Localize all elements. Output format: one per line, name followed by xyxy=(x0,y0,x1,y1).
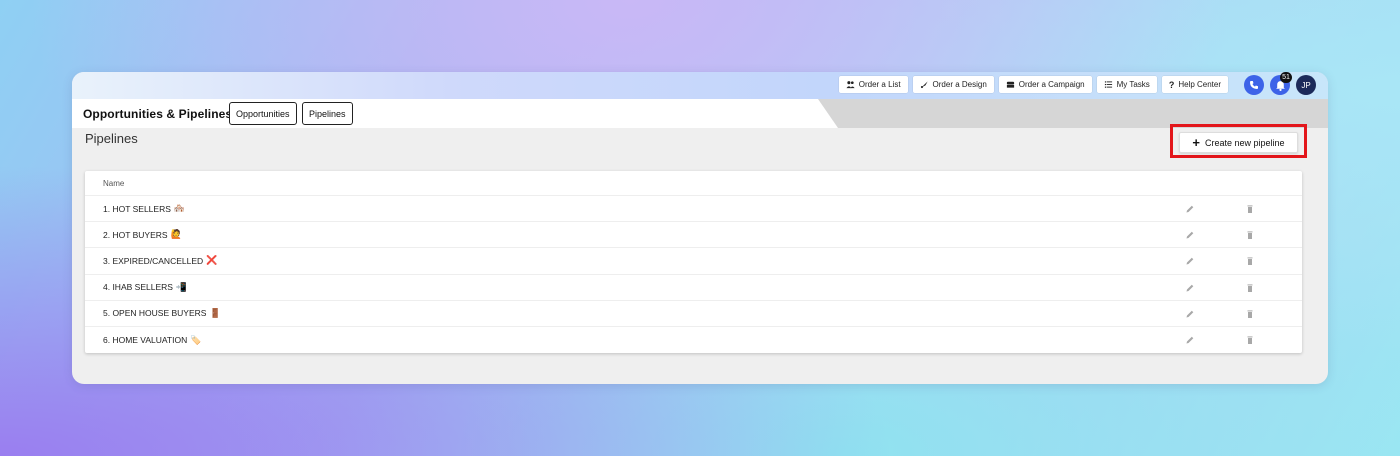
mailbox-icon xyxy=(1006,81,1014,88)
order-design-label: Order a Design xyxy=(932,80,987,89)
order-list-button[interactable]: Order a List xyxy=(838,76,908,93)
header-panel: Opportunities & Pipelines Opportunities … xyxy=(72,99,838,128)
avatar[interactable]: JP xyxy=(1296,75,1316,95)
pipelines-table: Name 1. HOT SELLERS 🏘️ 2. HOT BUYERS 🙋 3… xyxy=(85,171,1302,353)
pipeline-emoji: 📲 xyxy=(175,281,188,292)
table-header: Name xyxy=(85,171,1302,196)
help-center-button[interactable]: ? Help Center xyxy=(1161,76,1228,93)
pipeline-name: 5. OPEN HOUSE BUYERS xyxy=(103,308,207,319)
tab-pipelines[interactable]: Pipelines xyxy=(302,102,353,125)
order-list-label: Order a List xyxy=(858,80,901,89)
table-row: 4. IHAB SELLERS 📲 xyxy=(85,275,1302,301)
top-actions: Order a List Order a Design Order a Camp… xyxy=(838,76,1228,93)
my-tasks-label: My Tasks xyxy=(1116,80,1150,89)
order-campaign-button[interactable]: Order a Campaign xyxy=(998,76,1092,93)
edit-icon[interactable] xyxy=(1185,283,1195,293)
pipeline-name: 2. HOT BUYERS xyxy=(103,229,168,240)
my-tasks-button[interactable]: My Tasks xyxy=(1096,76,1157,93)
section-title: Pipelines xyxy=(85,131,138,146)
pipeline-name: 1. HOT SELLERS xyxy=(103,203,171,214)
page-header: Opportunities & Pipelines Opportunities … xyxy=(72,99,1328,128)
question-icon: ? xyxy=(1168,79,1175,90)
edit-icon[interactable] xyxy=(1185,204,1195,214)
pipeline-emoji: 🏷️ xyxy=(190,334,202,345)
table-row: 6. HOME VALUATION 🏷️ xyxy=(85,327,1302,353)
pipeline-emoji: 🚪 xyxy=(209,307,221,318)
pipeline-name: 6. HOME VALUATION xyxy=(103,335,188,346)
pipeline-emoji: ❌ xyxy=(206,255,218,266)
phone-icon xyxy=(1250,81,1258,89)
create-pipeline-highlight: + Create new pipeline xyxy=(1170,124,1307,158)
edit-icon[interactable] xyxy=(1185,335,1195,345)
app-window: Order a List Order a Design Order a Camp… xyxy=(72,72,1328,384)
create-pipeline-label: Create new pipeline xyxy=(1205,137,1285,148)
delete-icon[interactable] xyxy=(1245,283,1255,293)
pipeline-name: 3. EXPIRED/CANCELLED xyxy=(103,255,204,266)
notification-badge: 51 xyxy=(1280,72,1292,83)
users-icon xyxy=(846,81,855,89)
order-campaign-label: Order a Campaign xyxy=(1018,80,1085,89)
help-center-label: Help Center xyxy=(1178,80,1221,89)
order-design-button[interactable]: Order a Design xyxy=(912,76,994,93)
tab-opportunities[interactable]: Opportunities xyxy=(229,102,297,125)
phone-button[interactable] xyxy=(1244,75,1264,95)
page-title: Opportunities & Pipelines xyxy=(83,107,233,121)
delete-icon[interactable] xyxy=(1245,204,1255,214)
delete-icon[interactable] xyxy=(1245,256,1255,266)
delete-icon[interactable] xyxy=(1245,309,1255,319)
edit-icon[interactable] xyxy=(1185,309,1195,319)
pipeline-name: 4. IHAB SELLERS xyxy=(103,282,173,293)
table-row: 3. EXPIRED/CANCELLED ❌ xyxy=(85,248,1302,275)
edit-icon[interactable] xyxy=(1185,256,1195,266)
column-header-name: Name xyxy=(103,178,125,188)
table-row: 2. HOT BUYERS 🙋 xyxy=(85,222,1302,249)
table-row: 5. OPEN HOUSE BUYERS 🚪 xyxy=(85,301,1302,327)
delete-icon[interactable] xyxy=(1245,230,1255,240)
table-row: 1. HOT SELLERS 🏘️ xyxy=(85,196,1302,223)
pipeline-emoji: 🙋 xyxy=(170,229,182,240)
delete-icon[interactable] xyxy=(1245,335,1255,345)
plus-icon: + xyxy=(1192,135,1201,150)
rocket-icon xyxy=(920,81,928,89)
edit-icon[interactable] xyxy=(1185,230,1195,240)
create-pipeline-button[interactable]: + Create new pipeline xyxy=(1179,132,1298,153)
pipeline-emoji: 🏘️ xyxy=(173,203,186,214)
top-bar: Order a List Order a Design Order a Camp… xyxy=(72,72,1328,99)
list-icon xyxy=(1104,81,1112,88)
